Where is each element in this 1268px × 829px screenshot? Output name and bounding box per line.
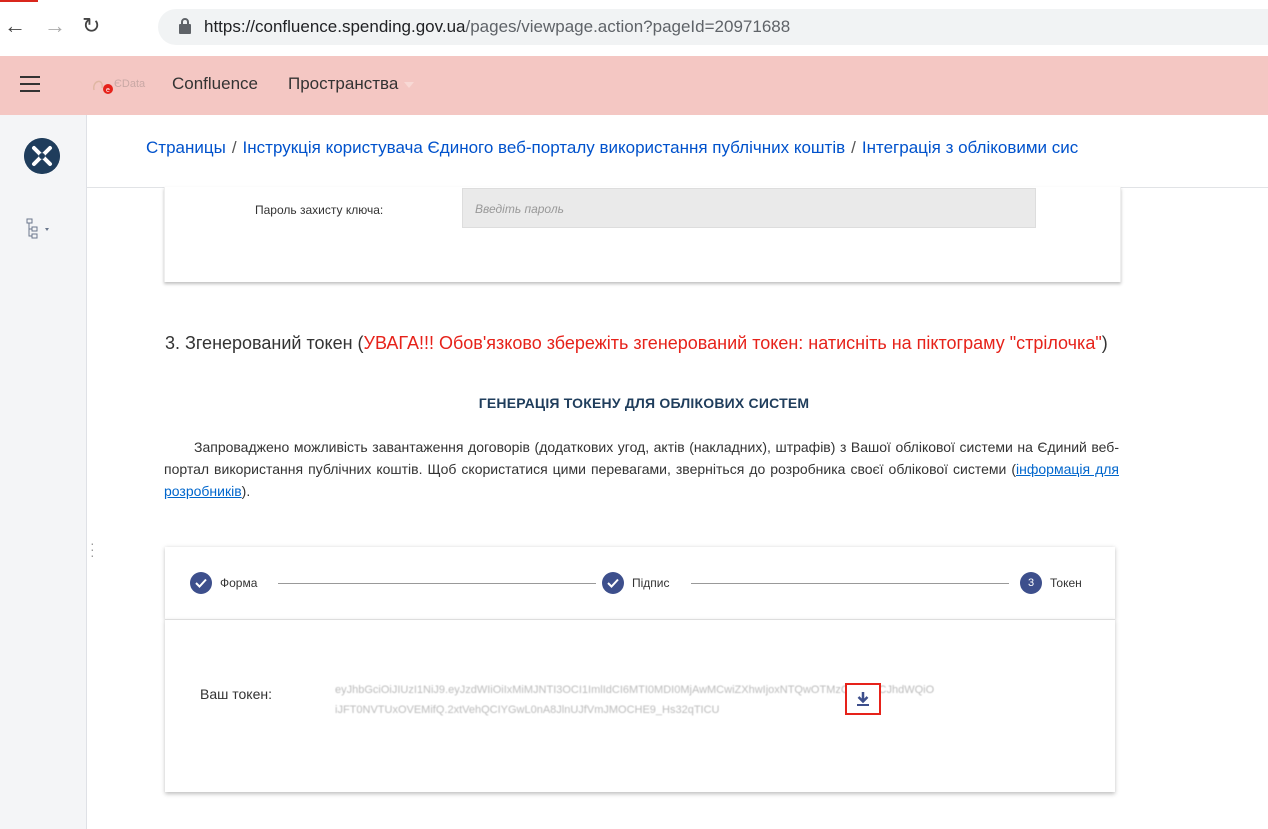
key-password-label: Пароль захисту ключа: [255, 203, 384, 217]
step-number: 3 [1020, 572, 1042, 594]
token-label: Ваш токен: [200, 686, 272, 702]
app-header: e ЄData Confluence Пространства [0, 56, 1268, 115]
key-password-input: Введіть пароль [462, 188, 1036, 228]
lock-icon [179, 18, 191, 34]
breadcrumb: Страницы / Інструкція користувача Єдиного … [146, 138, 1078, 158]
page-tree-icon[interactable] [26, 218, 56, 240]
step3-text: 3. Згенерований токен (УВАГА!!! Обов'язк… [165, 333, 1108, 353]
sidebar [0, 115, 87, 829]
url-text: https://confluence.spending.gov.ua/pages… [204, 17, 791, 36]
hamburger-menu-icon[interactable] [20, 76, 40, 92]
token-card: Ваш токен: eyJhbGciOiJIUzI1NiJ9.eyJzdWIi… [165, 619, 1115, 792]
check-icon [602, 572, 624, 594]
breadcrumb-item-instruction[interactable]: Інструкція користувача Єдиного веб-порта… [243, 138, 846, 157]
sidebar-resize-handle[interactable]: · · · [90, 536, 95, 562]
step-label: Форма [220, 576, 258, 590]
check-icon [190, 572, 212, 594]
app-name[interactable]: Confluence [172, 74, 258, 94]
token-page-title: ГЕНЕРАЦІЯ ТОКЕНУ ДЛЯ ОБЛІКОВИХ СИСТЕМ [478, 395, 810, 411]
space-avatar-icon[interactable] [24, 138, 60, 174]
step-label: Підпис [632, 576, 670, 590]
breadcrumb-item-pages[interactable]: Страницы [146, 138, 226, 157]
download-arrow-icon [857, 692, 869, 706]
forward-arrow-icon[interactable]: → [44, 12, 66, 40]
breadcrumb-separator: / [231, 138, 237, 157]
chevron-down-icon [404, 81, 415, 88]
download-token-button[interactable] [845, 683, 881, 715]
key-password-panel: Пароль захисту ключа: Введіть пароль [164, 187, 1121, 282]
breadcrumb-item-integration[interactable]: Інтеграція з обліковими сис [862, 138, 1078, 157]
red-mark [0, 0, 38, 2]
logo-text: ЄData [114, 78, 146, 90]
spaces-menu[interactable]: Пространства [288, 74, 415, 94]
step-sign: Підпис [602, 572, 670, 594]
step-label: Токен [1050, 576, 1082, 590]
address-bar[interactable]: https://confluence.spending.gov.ua/pages… [158, 9, 1268, 45]
reload-icon[interactable]: ↻ [82, 12, 100, 40]
step-connector [691, 583, 1009, 584]
svg-text:e: e [106, 87, 110, 94]
breadcrumb-separator: / [851, 138, 856, 157]
step-token: 3 Токен [1020, 572, 1082, 594]
browser-toolbar: ← → ↻ https://confluence.spending.gov.ua… [0, 0, 1268, 53]
stepper: Форма Підпис 3 Токен [165, 547, 1115, 619]
back-arrow-icon[interactable]: ← [4, 12, 26, 40]
spaces-label: Пространства [288, 74, 399, 93]
intro-text: Запроваджено можливість завантаження дог… [164, 439, 1119, 499]
step-form: Форма [190, 572, 257, 594]
step3-warning: УВАГА!!! Обов'язково збережіть згенерова… [363, 333, 1102, 353]
step-connector [278, 583, 596, 584]
